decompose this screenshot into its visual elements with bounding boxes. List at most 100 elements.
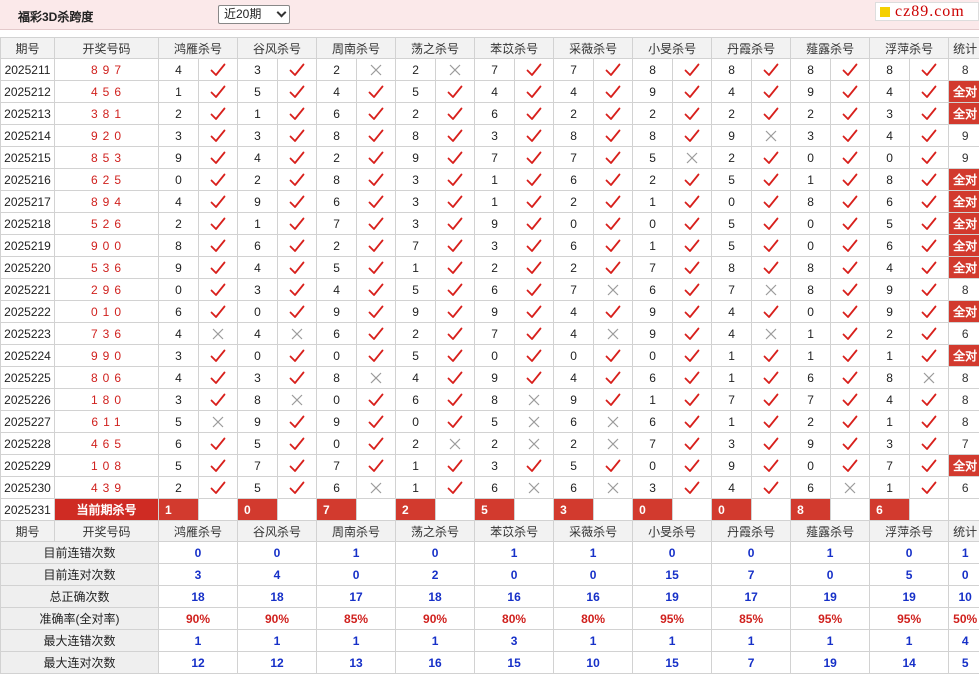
check-icon [277, 190, 318, 213]
table-row: 2025214 920 3 3 8 8 3 8 8 9 3 4 9 [0, 124, 979, 147]
cross-icon [593, 410, 634, 433]
kill-number-cell: 1 [790, 168, 832, 191]
kill-number-cell: 4 [869, 256, 911, 279]
kill-number-cell: 4 [869, 80, 911, 103]
cross-icon [751, 278, 792, 301]
check-icon [435, 278, 476, 301]
stat-cell: 9 [948, 146, 979, 169]
stat-value: 90% [157, 607, 239, 630]
period-select[interactable]: 近20期 [218, 5, 290, 24]
col-header-expert: 苯苡杀号 [474, 37, 555, 59]
kill-number-cell: 8 [632, 58, 674, 81]
kill-number-cell: 8 [632, 124, 674, 147]
kill-number-cell: 1 [790, 322, 832, 345]
check-icon [435, 190, 476, 213]
kill-number-cell: 9 [790, 432, 832, 455]
kill-number-cell: 3 [869, 432, 911, 455]
kill-number-cell: 6 [474, 476, 516, 499]
check-icon [593, 366, 634, 389]
stat-value: 10 [553, 651, 634, 674]
kill-number-cell: 9 [869, 300, 911, 323]
kill-number-cell: 9 [395, 146, 437, 169]
check-icon [593, 300, 634, 323]
kill-number-cell: 7 [869, 454, 911, 477]
check-icon [435, 454, 476, 477]
kill-number-cell: 4 [711, 300, 753, 323]
site-logo[interactable]: cz89.com [875, 2, 979, 21]
kill-number-cell: 2 [711, 102, 753, 125]
kill-number-cell: 7 [711, 388, 753, 411]
kill-number-cell: 6 [632, 278, 674, 301]
draw-numbers-cell: 853 [54, 146, 159, 169]
check-icon [909, 256, 950, 279]
check-icon [277, 256, 318, 279]
stat-label: 最大连错次数 [0, 629, 159, 652]
kill-number-cell: 2 [711, 146, 753, 169]
stat-value: 1 [157, 629, 239, 652]
stat-total: 4 [948, 629, 979, 652]
stat-value: 19 [869, 585, 950, 608]
cross-icon [435, 58, 476, 81]
table-row: 2025230 439 2 5 6 1 6 6 3 4 6 1 6 [0, 476, 979, 499]
stat-value: 85% [316, 607, 397, 630]
stat-cell: 8 [948, 58, 979, 81]
col-header-stat: 统计 [948, 37, 979, 59]
stat-value: 3 [157, 563, 239, 586]
kill-number-cell: 7 [632, 256, 674, 279]
check-icon [672, 322, 713, 345]
table-row: 2025221 296 0 3 4 5 6 7 6 7 8 9 8 [0, 278, 979, 301]
kill-number-cell: 4 [158, 322, 199, 345]
check-icon [909, 410, 950, 433]
kill-number-cell: 6 [553, 476, 595, 499]
check-icon [672, 234, 713, 257]
check-icon [514, 80, 555, 103]
stat-value: 0 [869, 541, 950, 564]
all-correct-badge: 全对 [948, 168, 979, 191]
period-cell: 2025230 [0, 476, 55, 499]
check-icon [514, 278, 555, 301]
kill-number-cell: 6 [158, 432, 199, 455]
kill-number-cell: 2 [632, 102, 674, 125]
kill-number-cell: 0 [790, 454, 832, 477]
current-kill-value: 7 [316, 498, 358, 521]
kill-number-cell: 7 [237, 454, 279, 477]
stat-value: 80% [474, 607, 555, 630]
check-icon [751, 256, 792, 279]
kill-number-cell: 0 [790, 212, 832, 235]
check-icon [751, 388, 792, 411]
kill-number-cell: 1 [474, 168, 516, 191]
check-icon [356, 454, 397, 477]
check-icon [435, 410, 476, 433]
col-header-expert: 谷风杀号 [237, 520, 318, 542]
kill-number-cell: 1 [237, 212, 279, 235]
check-icon [277, 124, 318, 147]
kill-number-cell: 4 [869, 388, 911, 411]
check-icon [593, 80, 634, 103]
draw-numbers-cell: 736 [54, 322, 159, 345]
kill-number-cell: 4 [553, 80, 595, 103]
current-kill-label: 当前期杀号 [54, 498, 159, 521]
kill-number-cell: 7 [316, 212, 358, 235]
check-icon [356, 278, 397, 301]
kill-number-cell: 5 [237, 432, 279, 455]
kill-number-cell: 6 [316, 102, 358, 125]
current-kill-blank [830, 498, 871, 521]
kill-number-cell: 1 [711, 366, 753, 389]
period-cell: 2025211 [0, 58, 55, 81]
draw-numbers-cell: 920 [54, 124, 159, 147]
kill-number-cell: 9 [632, 322, 674, 345]
table-row: 2025224 990 3 0 0 5 0 0 0 1 1 1 全对 [0, 344, 979, 367]
kill-number-cell: 9 [790, 80, 832, 103]
stat-value: 全对 [953, 349, 978, 363]
check-icon [593, 388, 634, 411]
check-icon [277, 212, 318, 235]
draw-numbers-cell: 180 [54, 388, 159, 411]
kill-number-cell: 3 [237, 366, 279, 389]
col-header-expert: 小旻杀号 [632, 520, 713, 542]
kill-number-cell: 3 [158, 124, 199, 147]
stat-value: 1 [316, 541, 397, 564]
current-kill-value: 8 [790, 498, 832, 521]
kill-number-cell: 6 [474, 102, 516, 125]
check-icon [197, 476, 239, 499]
current-kill-value: 2 [395, 498, 437, 521]
